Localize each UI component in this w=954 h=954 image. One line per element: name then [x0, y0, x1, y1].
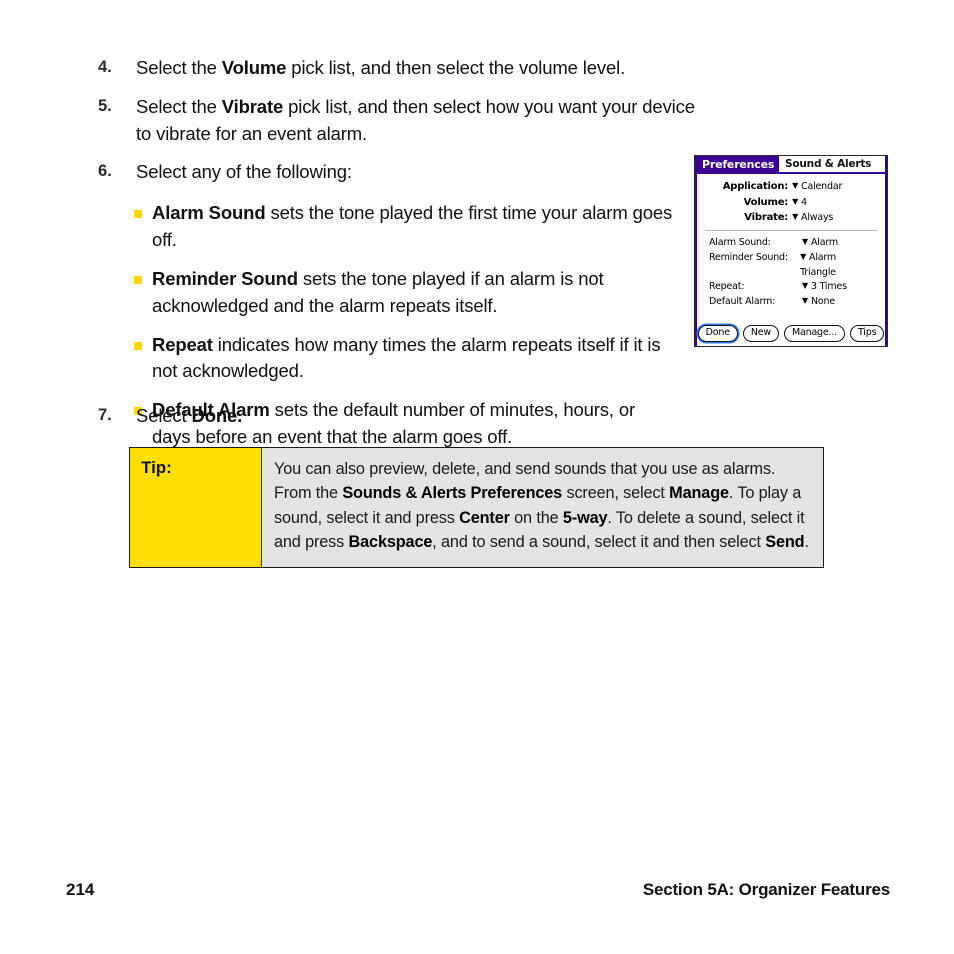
device-field-reminder-sound[interactable]: Reminder Sound: ▼ Alarm Triangle [709, 251, 873, 280]
footer-section-title: Section 5A: Organizer Features [642, 880, 890, 899]
field-label: Application: [722, 181, 789, 192]
list-item: 7. Select Done. [98, 403, 698, 430]
divider [705, 230, 877, 232]
step-text: Select Done. [136, 405, 243, 426]
chevron-down-icon[interactable]: ▼ [802, 297, 808, 305]
field-label: Default Alarm: [709, 296, 776, 308]
list-item: 4. Select the Volume pick list, and then… [98, 55, 698, 82]
step-text: Select the Vibrate pick list, and then s… [136, 95, 695, 144]
bullet-text: Reminder Sound sets the tone played if a… [152, 267, 604, 316]
list-item: 5. Select the Vibrate pick list, and the… [98, 94, 698, 148]
device-field-default-alarm[interactable]: Default Alarm: ▼ None [709, 295, 873, 310]
device-button-row: Done New Manage... Tips [695, 325, 887, 342]
document-page: 4. Select the Volume pick list, and then… [0, 0, 954, 954]
page-number: 214 [66, 880, 95, 899]
device-field-alarm-sound[interactable]: Alarm Sound: ▼ Alarm [709, 236, 873, 251]
step-text: Select any of the following: [136, 161, 352, 183]
chevron-down-icon[interactable]: ▼ [802, 282, 808, 290]
square-bullet-icon [134, 266, 152, 284]
field-label: Repeat: [709, 281, 745, 293]
device-screenshot-figure: Preferences Sound & Alerts Application: … [694, 155, 888, 347]
field-value-text: None [810, 296, 835, 308]
chevron-down-icon[interactable]: ▼ [792, 182, 798, 190]
device-field-volume[interactable]: Volume: ▼ 4 [703, 195, 879, 211]
square-bullet-icon [134, 332, 152, 350]
done-button[interactable]: Done [697, 325, 738, 342]
field-value-text: 3 Times [810, 281, 847, 293]
field-value[interactable]: ▼ 3 Times [802, 280, 847, 295]
chevron-down-icon[interactable]: ▼ [792, 197, 798, 206]
step-number: 7. [98, 406, 112, 424]
field-value-text: Always [801, 212, 834, 224]
tip-body: You can also preview, delete, and send s… [262, 448, 823, 567]
field-value-text: 4 [801, 196, 807, 208]
bullet-text: Repeat indicates how many times the alar… [152, 333, 661, 382]
field-value[interactable]: ▼ 4 [792, 196, 879, 211]
chevron-down-icon[interactable]: ▼ [802, 238, 808, 246]
step-number: 6. [98, 162, 112, 181]
device-lower-fields: Alarm Sound: ▼ Alarm Reminder Sound: ▼ Ala… [703, 236, 879, 310]
device-title-bar: Preferences Sound & Alerts [695, 156, 887, 174]
list-item: Reminder Sound sets the tone played if a… [134, 266, 698, 320]
device-screen-title: Sound & Alerts [785, 158, 872, 170]
chevron-down-icon[interactable]: ▼ [792, 213, 798, 221]
device-field-application[interactable]: Application: ▼ Calendar [703, 179, 879, 195]
tip-callout-box: Tip: You can also preview, delete, and s… [129, 447, 824, 568]
numbered-step-list: 4. Select the Volume pick list, and then… [98, 55, 698, 463]
step-number: 5. [98, 96, 112, 115]
step-text: Select the Volume pick list, and then se… [136, 57, 626, 78]
tip-label: Tip: [141, 458, 172, 477]
chevron-down-icon[interactable]: ▼ [800, 252, 806, 261]
square-bullet-icon [134, 200, 152, 219]
list-item: Repeat indicates how many times the alar… [134, 332, 698, 386]
field-label: Reminder Sound: [709, 251, 788, 263]
list-item: 6. Select any of the following: [98, 159, 698, 186]
new-button[interactable]: New [742, 325, 779, 342]
field-value[interactable]: ▼ Alarm Triangle [800, 251, 873, 280]
device-app-tab[interactable]: Preferences [697, 156, 780, 172]
page-footer: 214 Section 5A: Organizer Features [0, 880, 954, 908]
tips-button[interactable]: Tips [850, 325, 885, 342]
device-field-vibrate[interactable]: Vibrate: ▼ Always [703, 210, 879, 226]
field-value[interactable]: ▼ None [802, 295, 835, 310]
manage-button[interactable]: Manage... [784, 325, 845, 342]
list-item: Alarm Sound sets the tone played the fir… [134, 200, 698, 254]
tip-label-cell: Tip: [130, 448, 262, 567]
device-screen-body: Application: ▼ Calendar Volume: ▼ 4 Vibrat… [695, 174, 887, 310]
field-label: Alarm Sound: [709, 237, 771, 249]
field-value-text: Calendar [801, 181, 843, 192]
field-value[interactable]: ▼ Always [792, 211, 879, 226]
field-value[interactable]: ▼ Calendar [792, 180, 879, 195]
device-field-repeat[interactable]: Repeat: ▼ 3 Times [709, 280, 873, 295]
field-label: Volume: [743, 196, 789, 208]
field-value-text: Alarm [810, 237, 838, 249]
step-number: 4. [98, 58, 112, 76]
field-value[interactable]: ▼ Alarm [802, 236, 838, 251]
field-label: Vibrate: [744, 212, 789, 224]
bullet-text: Alarm Sound sets the tone played the fir… [152, 202, 673, 251]
